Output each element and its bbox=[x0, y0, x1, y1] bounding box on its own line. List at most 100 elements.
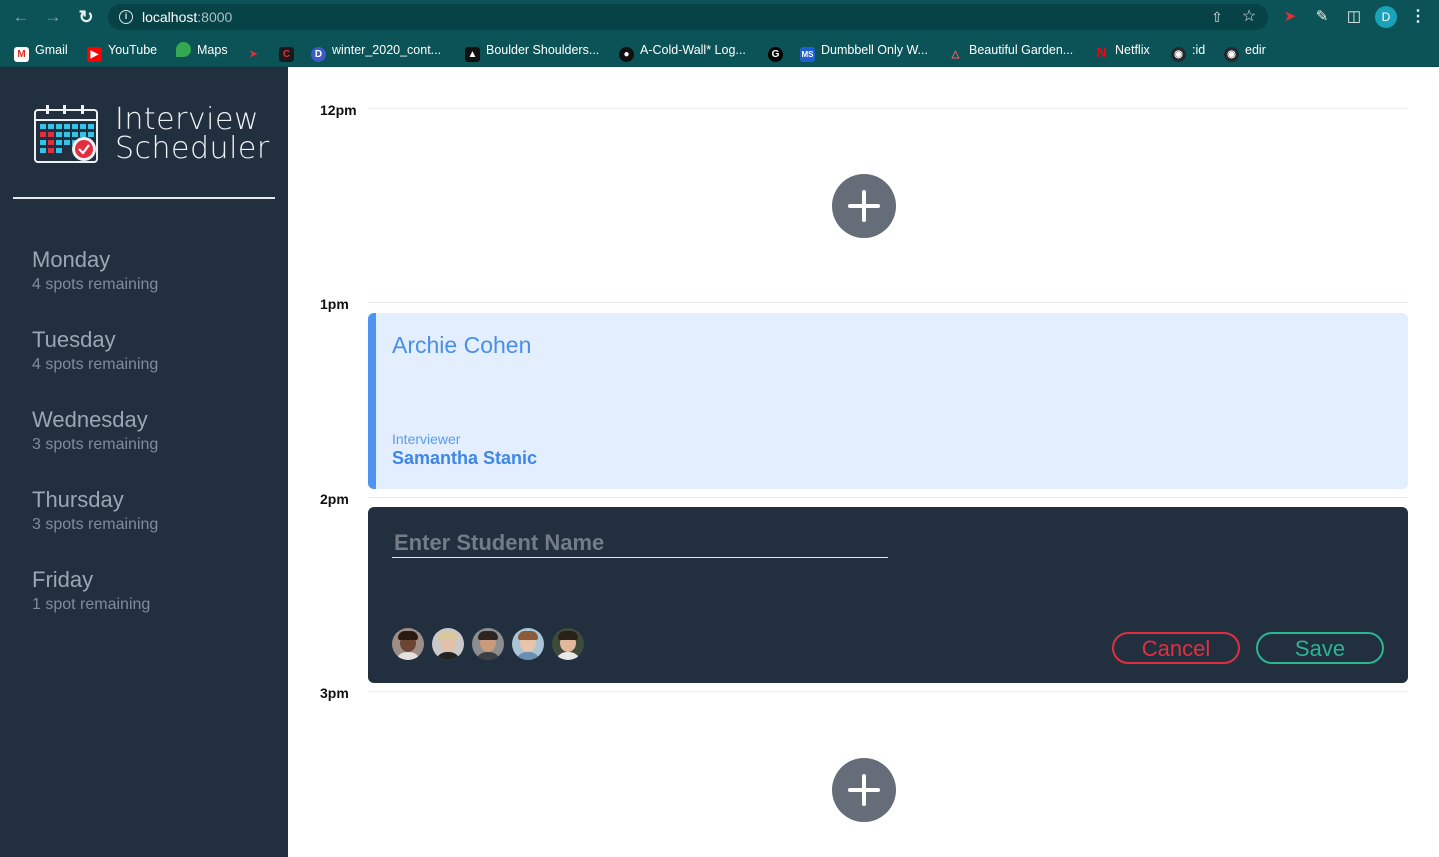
appointment-form: Cancel Save bbox=[368, 507, 1408, 683]
puzzle-icon[interactable]: ✎ bbox=[1312, 7, 1332, 27]
day-spots: 1 spot remaining bbox=[32, 596, 151, 613]
interviewer-avatar[interactable] bbox=[512, 628, 544, 660]
sidebar-item-thursday[interactable]: Thursday 3 spots remaining bbox=[32, 487, 272, 547]
bookmark-boulder[interactable]: ▲ Boulder Shoulders... bbox=[465, 42, 599, 62]
browser-toolbar: ← → ↻ i localhost:8000 ⇧ ☆ ➤ ✎ ◫ D ⋮ bbox=[0, 0, 1439, 34]
interviewer-avatar[interactable] bbox=[552, 628, 584, 660]
day-name: Tuesday bbox=[32, 327, 116, 352]
time-divider bbox=[368, 497, 1408, 498]
day-name: Friday bbox=[32, 567, 94, 592]
interviewer-avatar[interactable] bbox=[432, 628, 464, 660]
avatar-hair bbox=[398, 631, 418, 640]
bookmark-g[interactable]: G bbox=[768, 42, 789, 62]
app-title: Interview Scheduler bbox=[115, 102, 270, 166]
airbnb-icon: △ bbox=[951, 49, 960, 60]
avatar-body bbox=[475, 652, 501, 660]
appointment-card[interactable]: Archie Cohen Interviewer Samantha Stanic bbox=[368, 313, 1408, 489]
ms-logo-icon: MS bbox=[800, 47, 815, 62]
gmail-icon: M bbox=[14, 47, 29, 62]
back-arrow-icon[interactable]: ← bbox=[11, 7, 31, 27]
plus-icon-stroke bbox=[862, 774, 866, 806]
add-appointment-button[interactable] bbox=[832, 758, 896, 822]
avatar-hair bbox=[478, 631, 498, 640]
bookmark-youtube[interactable]: ▶ YouTube bbox=[87, 42, 157, 62]
acw-icon: ● bbox=[619, 47, 634, 62]
sidebar-item-tuesday[interactable]: Tuesday 4 spots remaining bbox=[32, 327, 272, 387]
plus-icon-stroke bbox=[862, 190, 866, 222]
time-label-3pm: 3pm bbox=[320, 685, 349, 701]
save-button[interactable]: Save bbox=[1256, 632, 1384, 664]
profile-avatar[interactable]: D bbox=[1375, 6, 1397, 28]
time-divider bbox=[368, 108, 1408, 109]
d-logo-icon: D bbox=[311, 47, 326, 62]
bird-icon: ➤ bbox=[249, 49, 258, 60]
side-panel-icon[interactable]: ◫ bbox=[1344, 7, 1364, 27]
sidebar-item-friday[interactable]: Friday 1 spot remaining bbox=[32, 567, 272, 627]
shield-icon: ▲ bbox=[465, 47, 480, 62]
bookmark-gmail[interactable]: M Gmail bbox=[14, 42, 68, 62]
avatar-body bbox=[395, 652, 421, 660]
github-icon: ◉ bbox=[1224, 47, 1239, 62]
menu-dots-icon[interactable]: ⋮ bbox=[1410, 6, 1426, 28]
day-name: Wednesday bbox=[32, 407, 148, 432]
share-icon[interactable]: ⇧ bbox=[1208, 8, 1226, 26]
student-name: Archie Cohen bbox=[392, 332, 532, 358]
bookmark-maps[interactable]: Maps bbox=[176, 42, 228, 60]
bookmark-github-id[interactable]: ◉:id bbox=[1171, 42, 1205, 62]
sidebar-item-wednesday[interactable]: Wednesday 3 spots remaining bbox=[32, 407, 272, 467]
avatar-hair bbox=[558, 631, 578, 640]
bookmark-c[interactable]: C bbox=[279, 42, 300, 62]
day-name: Monday bbox=[32, 247, 111, 272]
time-divider bbox=[368, 691, 1408, 692]
interviewer-avatar[interactable] bbox=[472, 628, 504, 660]
avatar-body bbox=[435, 652, 461, 660]
avatar-body bbox=[555, 652, 581, 660]
app-title-line1: Interview bbox=[115, 102, 259, 137]
card-accent bbox=[368, 313, 376, 489]
time-label-12pm: 12pm bbox=[320, 102, 357, 118]
student-name-input[interactable] bbox=[392, 529, 888, 558]
youtube-icon: ▶ bbox=[87, 47, 102, 62]
info-icon[interactable]: i bbox=[119, 10, 133, 24]
calendar-logo-icon bbox=[34, 105, 98, 163]
forward-arrow-icon[interactable]: → bbox=[43, 7, 63, 27]
avatar-body bbox=[515, 652, 541, 660]
day-name: Thursday bbox=[32, 487, 124, 512]
maps-icon bbox=[176, 42, 191, 57]
sidebar: Interview Scheduler Monday 4 spots remai… bbox=[0, 67, 288, 857]
bookmark-winter[interactable]: Dwinter_2020_cont... bbox=[311, 42, 441, 62]
interviewer-avatar[interactable] bbox=[392, 628, 424, 660]
address-bar[interactable]: i localhost:8000 ⇧ ☆ bbox=[108, 4, 1268, 30]
sidebar-item-monday[interactable]: Monday 4 spots remaining bbox=[32, 247, 272, 307]
bookmark-bird[interactable]: ➤ bbox=[246, 42, 267, 60]
app-title-line2: Scheduler bbox=[115, 131, 270, 166]
avatar-hair bbox=[438, 631, 458, 640]
bookmark-acw[interactable]: ● A-Cold-Wall* Log... bbox=[619, 42, 746, 62]
day-spots: 4 spots remaining bbox=[32, 276, 159, 293]
day-spots: 3 spots remaining bbox=[32, 436, 159, 453]
reload-icon[interactable]: ↻ bbox=[76, 7, 96, 27]
c-logo-icon: C bbox=[279, 47, 294, 62]
bookmark-netflix[interactable]: N Netflix bbox=[1094, 42, 1149, 60]
interviewer-caption: Interviewer bbox=[392, 431, 461, 447]
github-icon: ◉ bbox=[1171, 47, 1186, 62]
day-spots: 3 spots remaining bbox=[32, 516, 159, 533]
time-divider bbox=[368, 302, 1408, 303]
time-label-2pm: 2pm bbox=[320, 491, 349, 507]
sidebar-divider bbox=[13, 197, 275, 199]
bookmark-star-icon[interactable]: ☆ bbox=[1240, 8, 1258, 26]
day-spots: 4 spots remaining bbox=[32, 356, 159, 373]
interviewer-name: Samantha Stanic bbox=[392, 448, 538, 468]
bookmark-github-edir[interactable]: ◉ edir bbox=[1224, 42, 1266, 62]
bookmark-garden[interactable]: △ Beautiful Garden... bbox=[948, 42, 1074, 60]
bookmark-dumbbell[interactable]: MS Dumbbell Only W... bbox=[800, 42, 928, 62]
bookmarks-bar: M Gmail ▶ YouTube Maps ➤ C Dwinter_2020_co… bbox=[0, 34, 1439, 67]
cancel-button[interactable]: Cancel bbox=[1112, 632, 1240, 664]
url-text[interactable]: localhost:8000 bbox=[142, 9, 232, 25]
avatar-hair bbox=[518, 631, 538, 640]
extension-bird-icon[interactable]: ➤ bbox=[1280, 7, 1300, 27]
g-logo-icon: G bbox=[768, 47, 783, 62]
add-appointment-button[interactable] bbox=[832, 174, 896, 238]
time-label-1pm: 1pm bbox=[320, 296, 349, 312]
netflix-icon: N bbox=[1096, 44, 1107, 60]
